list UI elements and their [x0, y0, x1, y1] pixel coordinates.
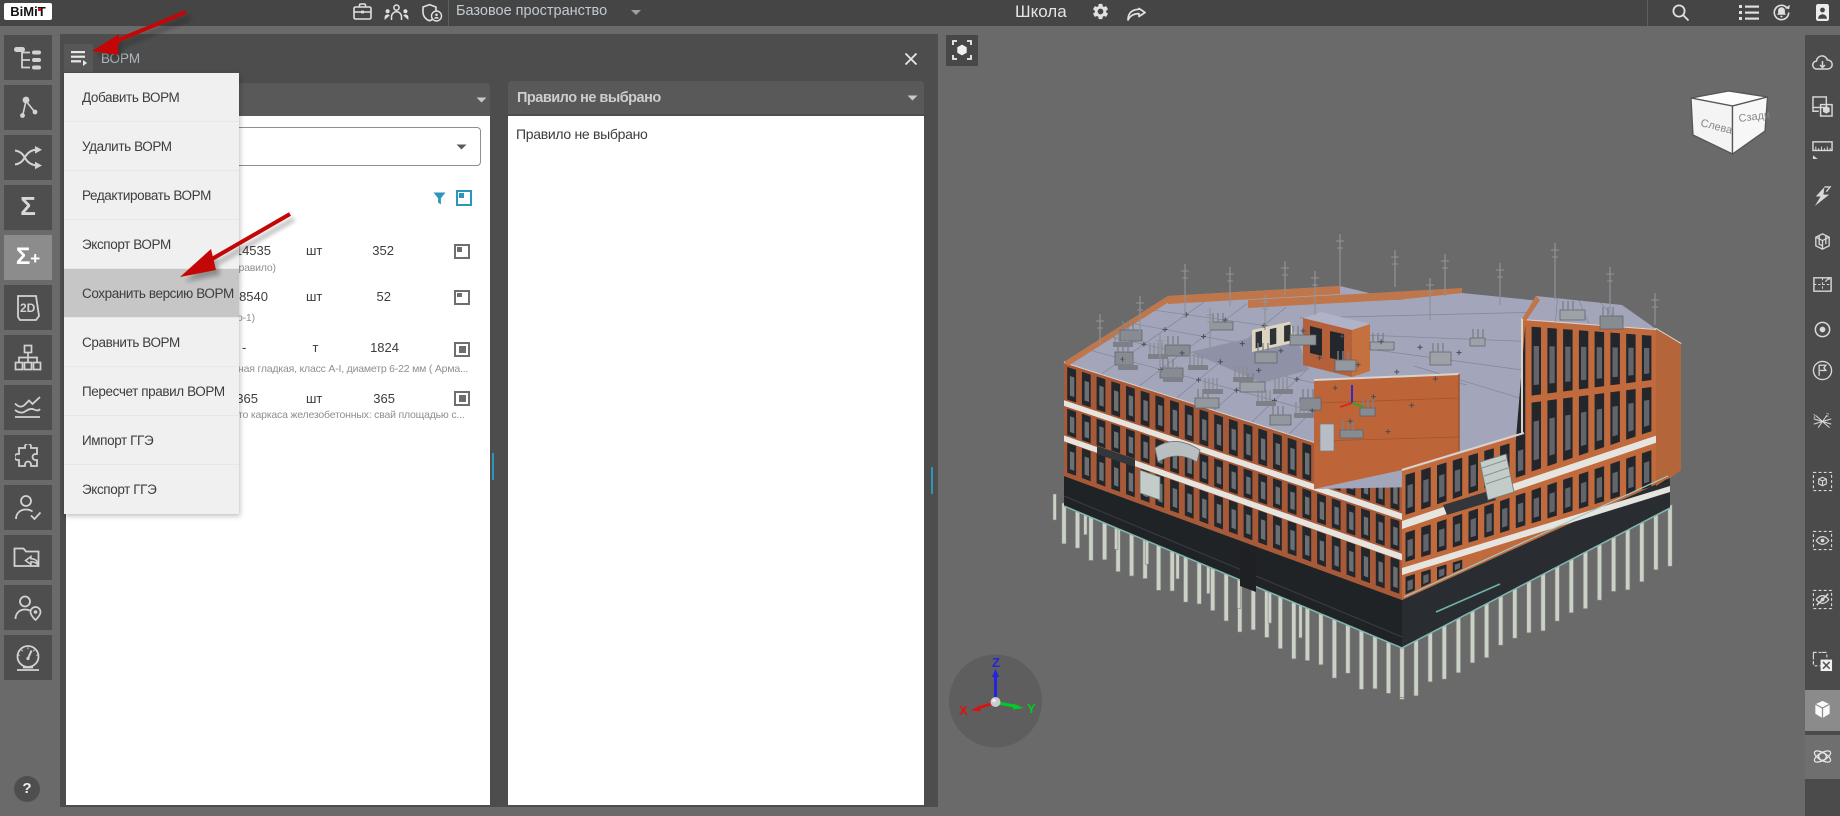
svg-text:X: X: [959, 703, 968, 718]
svg-text:2: 2: [1826, 413, 1829, 419]
svg-text:Y: Y: [1027, 701, 1036, 716]
svg-text:2D: 2D: [20, 301, 36, 315]
svg-text:1: 1: [1813, 414, 1816, 420]
svg-text:Z: Z: [992, 655, 1000, 670]
